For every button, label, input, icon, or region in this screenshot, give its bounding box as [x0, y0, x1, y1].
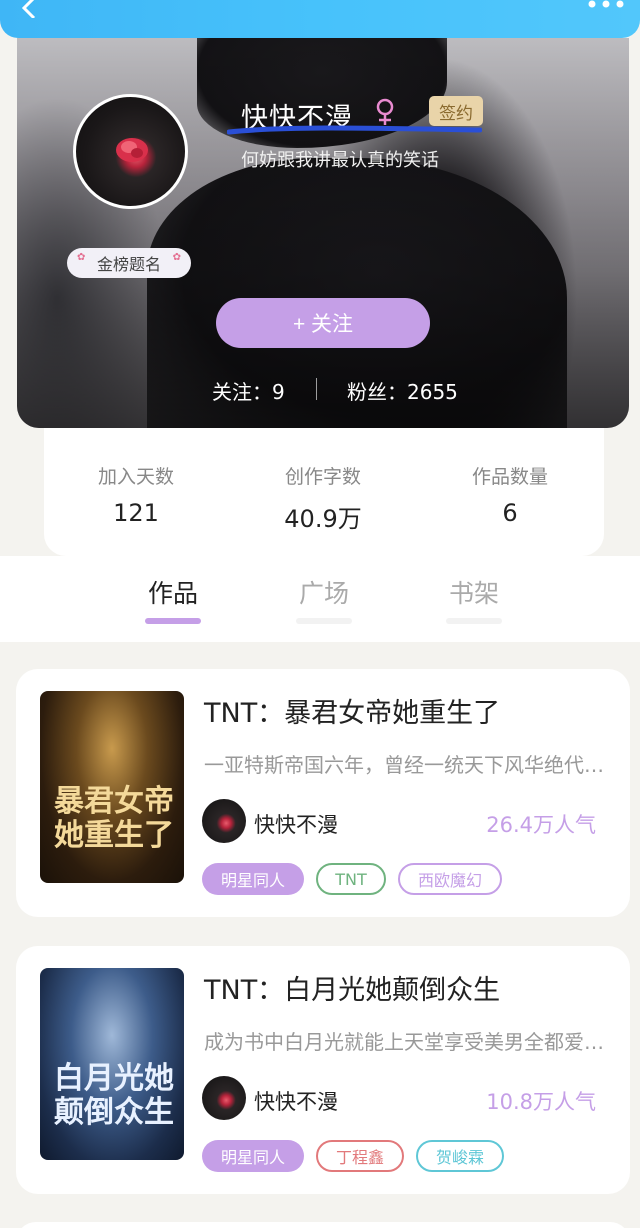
popularity: 26.4万人气	[486, 813, 596, 837]
female-icon	[376, 98, 394, 125]
stat-works-count: 作品数量 6	[471, 466, 548, 527]
popularity: 10.8万人气	[486, 1090, 596, 1114]
ribbon-right-icon: ✿	[172, 252, 181, 263]
book-description: 成为书中白月光就能上天堂享受美男全都爱上自己	[204, 1030, 614, 1054]
book-card[interactable]: 暴君女帝她重生了 TNT：暴君女帝她重生了 一亚特斯帝国六年，曾经一统天下风华绝…	[16, 669, 630, 917]
rank-badge: ✿ 金榜题名 ✿	[67, 248, 191, 278]
book-title[interactable]: TNT：暴君女帝她重生了	[204, 691, 500, 730]
follow-button[interactable]: + 关注	[216, 298, 430, 348]
author-name[interactable]: 快快不漫	[254, 809, 338, 839]
tag[interactable]: 丁程鑫	[316, 1140, 404, 1172]
stat-join-days: 加入天数 121	[97, 466, 174, 527]
author-avatar[interactable]	[202, 799, 246, 843]
fans-count[interactable]: 粉丝：2655	[347, 376, 458, 405]
cover-title: 白月光她颠倒众生	[54, 1061, 174, 1130]
chevron-left-icon[interactable]	[12, 0, 42, 18]
book-card[interactable]: 白月光她颠倒众生 TNT：白月光她颠倒众生 成为书中白月光就能上天堂享受美男全都…	[16, 946, 630, 1194]
rose-icon	[116, 138, 148, 162]
tab-bar: 作品 广场 书架	[0, 556, 640, 642]
tag[interactable]: 西欧魔幻	[398, 863, 502, 895]
tab-works[interactable]: 作品	[133, 574, 213, 624]
author-name[interactable]: 快快不漫	[254, 1086, 338, 1116]
ribbon-left-icon: ✿	[77, 252, 86, 263]
avatar[interactable]	[73, 94, 188, 209]
stat-word-count: 创作字数 40.9万	[284, 466, 362, 533]
user-bio: 何妨跟我讲最认真的笑话	[241, 150, 439, 171]
profile-header: ✿ 金榜题名 ✿ 快快不漫 签约 何妨跟我讲最认真的笑话 + 关注 关注：9 粉…	[17, 38, 629, 428]
author-stats-card: 加入天数 121 创作字数 40.9万 作品数量 6	[44, 428, 604, 556]
book-card[interactable]	[16, 1222, 630, 1228]
book-cover[interactable]: 暴君女帝她重生了	[40, 691, 184, 883]
divider	[316, 378, 317, 400]
book-title[interactable]: TNT：白月光她颠倒众生	[204, 968, 500, 1007]
tab-indicator	[145, 618, 201, 624]
tab-plaza[interactable]: 广场	[284, 574, 364, 624]
tag[interactable]: 贺峻霖	[416, 1140, 504, 1172]
tag[interactable]: TNT	[316, 863, 386, 895]
following-count[interactable]: 关注：9	[212, 376, 285, 405]
book-cover[interactable]: 白月光她颠倒众生	[40, 968, 184, 1160]
more-dots-icon[interactable]	[586, 0, 626, 10]
signed-badge: 签约	[429, 96, 483, 126]
top-bar	[0, 0, 640, 38]
cover-title: 暴君女帝她重生了	[54, 784, 174, 853]
book-description: 一亚特斯帝国六年，曾经一统天下风华绝代的女帝	[204, 753, 614, 777]
author-avatar[interactable]	[202, 1076, 246, 1120]
tag[interactable]: 明星同人	[202, 1140, 304, 1172]
tab-bookshelf[interactable]: 书架	[434, 574, 514, 624]
tag[interactable]: 明星同人	[202, 863, 304, 895]
